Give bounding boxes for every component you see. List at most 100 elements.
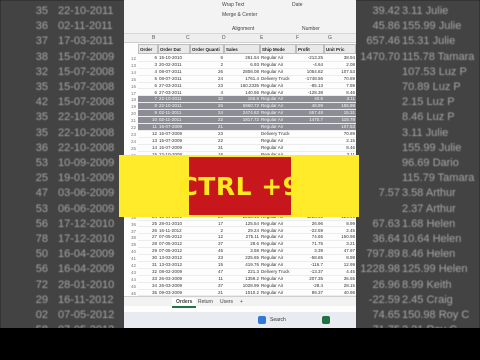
table-cell[interactable]: -58.65 <box>297 255 323 260</box>
table-cell[interactable]: 40.6 <box>297 96 323 101</box>
table-cell[interactable]: 08-07-2011 <box>159 76 189 81</box>
table-cell[interactable]: 29 <box>139 248 157 253</box>
table-cell[interactable]: 26-03-2009 <box>159 276 189 281</box>
excel-app-icon[interactable] <box>322 316 330 324</box>
table-cell[interactable]: 6 <box>139 83 157 88</box>
table-cell[interactable]: 3.21 <box>325 241 355 246</box>
table-cell[interactable]: 419.76 <box>225 262 259 267</box>
table-cell[interactable]: 24 <box>191 110 223 115</box>
table-cell[interactable]: 08-02-2009 <box>159 269 189 274</box>
table-cell[interactable]: 8.99 <box>325 221 355 226</box>
table-cell[interactable]: 71.75 <box>297 241 323 246</box>
table-cell[interactable]: -28.4 <box>297 283 323 288</box>
table-cell[interactable]: 47.97 <box>325 248 355 253</box>
table-cell[interactable]: 9 <box>139 110 157 115</box>
table-row[interactable]: 40 29 07-05-2012 45 3.58 Regular Air 3.39 47.97 <box>131 248 356 256</box>
table-cell[interactable]: 74.65 <box>297 234 323 239</box>
table-cell[interactable]: 22 <box>191 138 223 143</box>
table-cell[interactable]: Delivery Truck <box>261 131 295 136</box>
number-format-dropdown[interactable]: Date <box>292 2 303 8</box>
table-cell[interactable]: 3.39 <box>297 248 323 253</box>
table-cell[interactable]: 6 <box>139 90 157 95</box>
table-cell[interactable]: 45 <box>191 248 223 253</box>
table-cell[interactable]: Regular Air <box>261 276 295 281</box>
table-cell[interactable]: 8.46 <box>325 90 355 95</box>
column-letter[interactable]: D <box>222 35 226 41</box>
table-cell[interactable]: -85.13 <box>297 83 323 88</box>
table-cell[interactable]: 107.53 <box>325 69 355 74</box>
column-header[interactable]: Sales <box>224 44 260 54</box>
table-row[interactable]: 42 31 13-03-2012 15 419.76 Regular Air -116.7 1… <box>131 262 356 269</box>
table-cell[interactable]: 6 <box>191 55 223 60</box>
table-cell[interactable]: 166.8 <box>225 96 259 101</box>
table-cell[interactable]: 13-03-2012 <box>159 255 189 260</box>
sheet-tab[interactable]: Users <box>216 298 237 306</box>
table-cell[interactable]: 40.98 <box>325 290 355 295</box>
table-cell[interactable]: 150.98 <box>325 234 355 239</box>
column-letter[interactable]: E <box>260 35 263 41</box>
row-number[interactable]: 37 <box>124 229 136 234</box>
row-number[interactable]: 24 <box>124 139 136 144</box>
table-row[interactable]: 15 5 08-07-2011 24 1761.4 Delivery Truck -1748… <box>131 76 356 83</box>
table-cell[interactable]: 15-10-2010 <box>159 55 189 60</box>
table-cell[interactable]: 32 <box>191 96 223 101</box>
table-cell[interactable]: 261.54 <box>225 55 259 60</box>
row-number[interactable]: 14 <box>124 70 136 75</box>
table-cell[interactable]: 1470.7 <box>297 117 323 122</box>
table-cell[interactable]: Regular Air <box>261 138 295 143</box>
row-number[interactable]: 36 <box>124 222 136 227</box>
table-cell[interactable]: Regular Air <box>261 145 295 150</box>
table-cell[interactable]: 24 <box>191 76 223 81</box>
table-cell[interactable]: 23 <box>191 83 223 88</box>
row-number[interactable]: 42 <box>124 263 136 268</box>
table-row[interactable]: 45 34 26-03-2009 37 1028.99 Regular Air -28.4 2… <box>131 283 356 290</box>
table-cell[interactable]: 27-03-2011 <box>159 83 189 88</box>
table-cell[interactable]: Regular Air <box>261 83 295 88</box>
table-cell[interactable]: 2474.62 <box>225 110 259 115</box>
table-cell[interactable]: -13.37 <box>297 269 323 274</box>
table-cell[interactable]: 115.78 <box>325 117 355 122</box>
table-row[interactable]: 12 6 15-10-2010 6 261.54 Regular Air -213.25 38… <box>131 55 356 62</box>
column-letter[interactable]: B <box>152 35 155 41</box>
table-cell[interactable]: 155.99 <box>325 103 355 108</box>
column-header[interactable]: Order Quanti <box>190 44 224 54</box>
table-cell[interactable]: 26 <box>191 103 223 108</box>
table-row[interactable]: 18 7 22-10-2011 32 166.8 Regular Air 40.6 3.11 <box>131 96 356 104</box>
table-cell[interactable]: Regular Air <box>261 90 295 95</box>
table-cell[interactable]: 26-03-2009 <box>159 283 189 288</box>
table-row[interactable]: 43 32 08-02-2009 47 221.3 Delivery Truck -13.3… <box>131 269 356 276</box>
row-number[interactable]: 45 <box>124 284 136 289</box>
table-cell[interactable]: 7 <box>139 96 157 101</box>
table-cell[interactable]: Regular Air <box>261 103 295 108</box>
wrap-text-button[interactable]: Wrap Text <box>222 2 244 8</box>
table-cell[interactable]: 13 <box>139 138 157 143</box>
row-number[interactable]: 20 <box>124 111 136 116</box>
table-cell[interactable]: 30 <box>139 255 157 260</box>
table-cell[interactable]: 1761.4 <box>225 76 259 81</box>
table-row[interactable]: 14 4 08-07-2011 26 2808.08 Regular Air 1054.82… <box>131 69 356 76</box>
table-cell[interactable]: 16-11-2012 <box>159 228 189 233</box>
table-cell[interactable]: Regular Air <box>261 55 295 60</box>
column-letter[interactable]: C <box>186 35 190 41</box>
table-cell[interactable]: 48.99 <box>297 103 323 108</box>
table-cell[interactable]: 4 <box>139 69 157 74</box>
table-cell[interactable]: 1054.82 <box>297 69 323 74</box>
table-row[interactable]: 25 14 15-07-2009 31 Regular Air 8.46 <box>131 145 356 152</box>
table-cell[interactable]: 8.46 <box>325 145 355 150</box>
table-cell[interactable]: -4.64 <box>297 62 323 67</box>
table-cell[interactable]: 2 <box>191 228 223 233</box>
table-cell[interactable]: 26 <box>191 69 223 74</box>
table-cell[interactable]: 4.45 <box>325 269 355 274</box>
table-cell[interactable]: 2.08 <box>325 62 355 67</box>
row-number[interactable]: 23 <box>124 132 136 137</box>
table-cell[interactable]: 1817.72 <box>225 117 259 122</box>
table-cell[interactable]: 6.93 <box>225 62 259 67</box>
table-cell[interactable]: 36.55 <box>325 276 355 281</box>
table-cell[interactable]: Regular Air <box>261 248 295 253</box>
table-cell[interactable]: 25 <box>139 221 157 226</box>
table-cell[interactable]: 21 <box>191 290 223 295</box>
sheet-tab[interactable]: Return <box>194 298 217 306</box>
table-cell[interactable]: Regular Air <box>261 124 295 129</box>
table-cell[interactable]: 275.11 <box>225 234 259 239</box>
table-cell[interactable]: 12 <box>139 131 157 136</box>
